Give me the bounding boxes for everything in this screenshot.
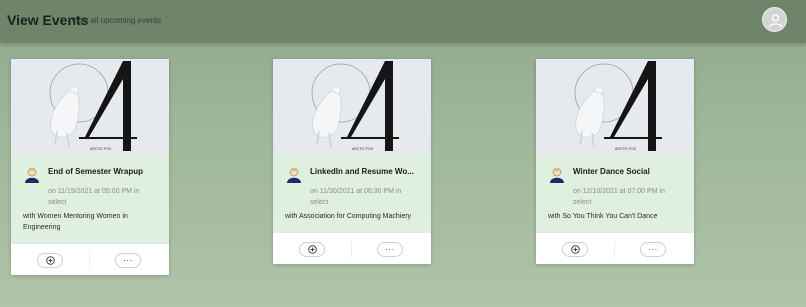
card-actions: ··· xyxy=(536,232,694,264)
event-details: End of Semester Wrapup on 11/19/2021 at … xyxy=(11,155,169,243)
event-host: with So You Think You Can't Dance xyxy=(548,213,658,220)
poster-caption: ARCTIC FOX xyxy=(352,147,374,151)
event-image: ARCTIC FOX xyxy=(273,59,431,155)
event-schedule: on 11/19/2021 at 05:00 PM in select xyxy=(48,188,140,206)
event-title[interactable]: Winter Dance Social xyxy=(573,167,650,176)
add-event-button[interactable] xyxy=(299,242,325,257)
event-schedule: on 11/30/2021 at 06:30 PM in select xyxy=(310,188,402,206)
event-host: with Association for Computing Machiery xyxy=(285,213,412,220)
more-options-button[interactable]: ··· xyxy=(377,242,403,257)
add-circle-icon xyxy=(45,256,55,265)
arctic-fox-poster-image: ARCTIC FOX xyxy=(273,59,431,155)
page-subtitle: View all upcoming events xyxy=(71,16,162,25)
top-app-bar: View Events View all upcoming events xyxy=(0,0,806,43)
more-options-button[interactable]: ··· xyxy=(115,253,141,268)
card-actions: ··· xyxy=(273,232,431,264)
event-title[interactable]: LinkedIn and Resume Wo... xyxy=(310,167,414,176)
organization-logo-icon xyxy=(25,167,39,183)
event-card: ARCTIC FOX End of Semester Wrapup on 11/… xyxy=(11,59,169,275)
poster-caption: ARCTIC FOX xyxy=(90,147,112,151)
organization-logo-icon xyxy=(550,167,564,183)
arctic-fox-poster-image: ARCTIC FOX xyxy=(11,59,169,155)
more-options-button[interactable]: ··· xyxy=(640,242,666,257)
event-details: LinkedIn and Resume Wo... on 11/30/2021 … xyxy=(273,155,431,232)
event-details: Winter Dance Social on 12/10/2021 at 07:… xyxy=(536,155,694,232)
add-circle-icon xyxy=(570,245,580,254)
card-actions: ··· xyxy=(11,243,169,275)
event-card: ARCTIC FOX Winter Dance Social on 12/10/… xyxy=(536,59,694,264)
user-avatar-button[interactable] xyxy=(762,7,787,32)
user-avatar-icon xyxy=(768,14,783,28)
add-circle-icon xyxy=(307,245,317,254)
event-image: ARCTIC FOX xyxy=(536,59,694,155)
add-event-button[interactable] xyxy=(37,253,63,268)
event-host: with Women Mentoring Women in Engineerin… xyxy=(23,213,128,231)
event-schedule: on 12/10/2021 at 07:00 PM in select xyxy=(573,188,665,206)
action-divider xyxy=(89,252,90,269)
action-divider xyxy=(614,241,615,258)
add-event-button[interactable] xyxy=(562,242,588,257)
event-image: ARCTIC FOX xyxy=(11,59,169,155)
poster-caption: ARCTIC FOX xyxy=(615,147,637,151)
action-divider xyxy=(351,241,352,258)
event-card: ARCTIC FOX LinkedIn and Resume Wo... on … xyxy=(273,59,431,264)
event-title[interactable]: End of Semester Wrapup xyxy=(48,167,143,176)
arctic-fox-poster-image: ARCTIC FOX xyxy=(536,59,694,155)
organization-logo-icon xyxy=(287,167,301,183)
